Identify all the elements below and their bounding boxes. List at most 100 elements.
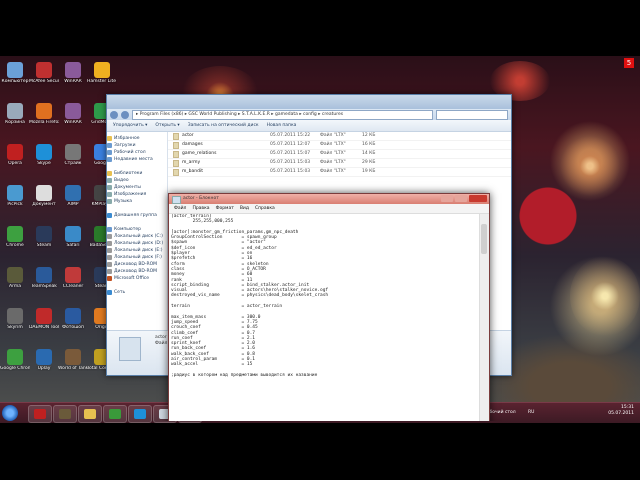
file-row[interactable]: m_army 05.07.2011 15:03 Файл "LTX" 29 КБ — [168, 159, 511, 168]
desktop-icon[interactable]: Корзина — [0, 103, 30, 125]
app-icon — [65, 349, 81, 365]
desktop-icon[interactable]: WinRAR — [58, 62, 88, 84]
notepad-window[interactable]: actor - Блокнот Файл Правка Формат Вид Справ… — [168, 193, 490, 421]
nav-item[interactable]: Видео — [107, 177, 167, 184]
file-name: m_army — [182, 160, 201, 165]
address-path[interactable]: ▸ Program Files (x86) ▸ GSC World Publis… — [132, 109, 433, 120]
desktop-icon-label: Mozilla Firefox — [29, 120, 59, 125]
back-icon[interactable] — [110, 110, 118, 119]
menu-item[interactable]: Справка — [255, 204, 275, 213]
desktop-icon-label: DAEMON Tools Lite — [29, 325, 59, 330]
nav-item[interactable]: Избранное — [107, 135, 167, 142]
search-input[interactable] — [436, 109, 508, 120]
nav-item-icon — [107, 255, 112, 260]
desktop-icon[interactable]: Safari — [58, 226, 88, 248]
forward-icon[interactable] — [121, 110, 129, 119]
desktop-icon[interactable]: McAfee Security Sc... — [29, 62, 59, 84]
start-button[interactable] — [2, 405, 18, 421]
desktop-icon[interactable]: Opera — [0, 144, 30, 166]
desktop-icon[interactable]: AIMP — [58, 185, 88, 207]
nav-item[interactable]: Библиотеки — [107, 170, 167, 177]
clock[interactable]: 15:31 05.07.2011 — [608, 405, 634, 417]
scroll-thumb[interactable] — [481, 224, 487, 254]
nav-item[interactable]: Компьютер — [107, 226, 167, 233]
taskbar-utorrent[interactable] — [103, 405, 127, 423]
taskbar-skype[interactable] — [128, 405, 152, 423]
app-icon — [7, 144, 23, 160]
notepad-icon — [172, 196, 181, 204]
desktop-icon[interactable]: DAEMON Tools Lite — [29, 308, 59, 330]
clock-date: 05.07.2011 — [608, 411, 634, 416]
maximize-button[interactable] — [455, 195, 467, 202]
app-icon — [7, 103, 23, 119]
desktop-icon[interactable]: WinRAR — [58, 103, 88, 125]
minimize-button[interactable] — [441, 195, 453, 202]
taskbar-opera[interactable] — [28, 405, 52, 423]
nav-item[interactable]: Загрузки — [107, 142, 167, 149]
nav-item-icon — [107, 262, 112, 267]
desktop-icon[interactable]: Компьютер — [0, 62, 30, 84]
nav-item[interactable]: Локальный диск (C:) — [107, 233, 167, 240]
menu-item[interactable]: Формат — [216, 204, 234, 213]
language-indicator[interactable]: RU — [528, 410, 534, 415]
desktop-icon-label: Safari — [66, 243, 80, 248]
file-row[interactable]: damages 05.07.2011 12:07 Файл "LTX" 16 КБ — [168, 141, 511, 150]
file-size: 29 КБ — [362, 160, 376, 165]
file-row[interactable]: actor 05.07.2011 15:22 Файл "LTX" 12 КБ — [168, 132, 511, 141]
desktop-icon[interactable]: Arma — [0, 267, 30, 289]
taskbar-explorer[interactable] — [78, 405, 102, 423]
nav-item[interactable]: Изображения — [107, 191, 167, 198]
nav-item[interactable]: Microsoft Office — [107, 275, 167, 282]
nav-item[interactable]: Недавние места — [107, 156, 167, 163]
nav-item[interactable]: Локальный диск (E:) — [107, 247, 167, 254]
desktop-icon[interactable]: Mozilla Firefox — [29, 103, 59, 125]
menu-item[interactable]: Файл — [174, 204, 186, 213]
taskbar-app-icon — [84, 409, 96, 419]
close-button[interactable] — [469, 195, 487, 202]
taskbar-wot[interactable] — [53, 405, 77, 423]
file-row[interactable]: game_relations 05.07.2011 15:07 Файл "LTX"… — [168, 150, 511, 159]
desktop-icon[interactable]: Steam — [29, 226, 59, 248]
desktop-icon[interactable]: World of Tanks — [58, 349, 88, 371]
nav-item-icon — [107, 150, 112, 155]
toolbar-button[interactable]: Записать на оптический диск — [188, 123, 259, 128]
desktop-icon[interactable]: TeamSpeak — [29, 267, 59, 289]
nav-item[interactable]: Домашняя группа — [107, 212, 167, 219]
desktop-icon[interactable]: Chrome — [0, 226, 30, 248]
app-icon — [36, 62, 52, 78]
menu-item[interactable]: Правка — [192, 204, 209, 213]
nav-item[interactable]: Локальный диск (F:) — [107, 254, 167, 261]
nav-item[interactable]: Дисковод BD-ROM — [107, 261, 167, 268]
desktop-icon[interactable]: Google Chrome — [0, 349, 30, 371]
app-icon — [7, 62, 23, 78]
desktop-icon[interactable]: CCleaner — [58, 267, 88, 289]
menu-item[interactable]: Вид — [240, 204, 249, 213]
nav-item-label: Компьютер — [114, 227, 141, 232]
toolbar-button[interactable]: Новая папка — [267, 123, 297, 128]
desktop-icon[interactable]: Skype — [29, 144, 59, 166]
desktop-icon[interactable]: Uplay — [29, 349, 59, 371]
nav-item[interactable]: Рабочий стол — [107, 149, 167, 156]
notepad-menubar: Файл Правка Формат Вид Справка — [169, 204, 489, 214]
toolbar-button[interactable]: Упорядочить ▾ — [113, 123, 147, 128]
nav-item[interactable]: Сеть — [107, 289, 167, 296]
file-row[interactable]: m_bandit 05.07.2011 15:03 Файл "LTX" 19 КБ — [168, 168, 511, 177]
nav-item[interactable]: Документы — [107, 184, 167, 191]
nav-item[interactable]: Музыка — [107, 198, 167, 205]
file-icon — [173, 151, 179, 158]
nav-item[interactable]: Локальный диск (D:) — [107, 240, 167, 247]
notepad-titlebar[interactable]: actor - Блокнот — [169, 194, 489, 204]
desktop-icon[interactable]: Документ — [29, 185, 59, 207]
corner-badge: 5 — [624, 58, 634, 68]
desktop-icon[interactable]: Skyrim — [0, 308, 30, 330]
vertical-scrollbar[interactable] — [479, 214, 489, 421]
desktop-icon-label: Google Chrome — [0, 366, 30, 371]
desktop-icon[interactable]: Hamster Lite Archiver — [87, 62, 117, 84]
desktop-icon[interactable]: Фотошоп — [58, 308, 88, 330]
notepad-text-area[interactable]: [actor_terrain] 255,255,000,255 [actor]:… — [171, 214, 479, 421]
explorer-titlebar[interactable] — [107, 95, 511, 109]
toolbar-button[interactable]: Открыть ▾ — [155, 123, 179, 128]
desktop-icon[interactable]: PicPick — [0, 185, 30, 207]
desktop-icon[interactable]: Страйк — [58, 144, 88, 166]
nav-item[interactable]: Дисковод BD-ROM — [107, 268, 167, 275]
